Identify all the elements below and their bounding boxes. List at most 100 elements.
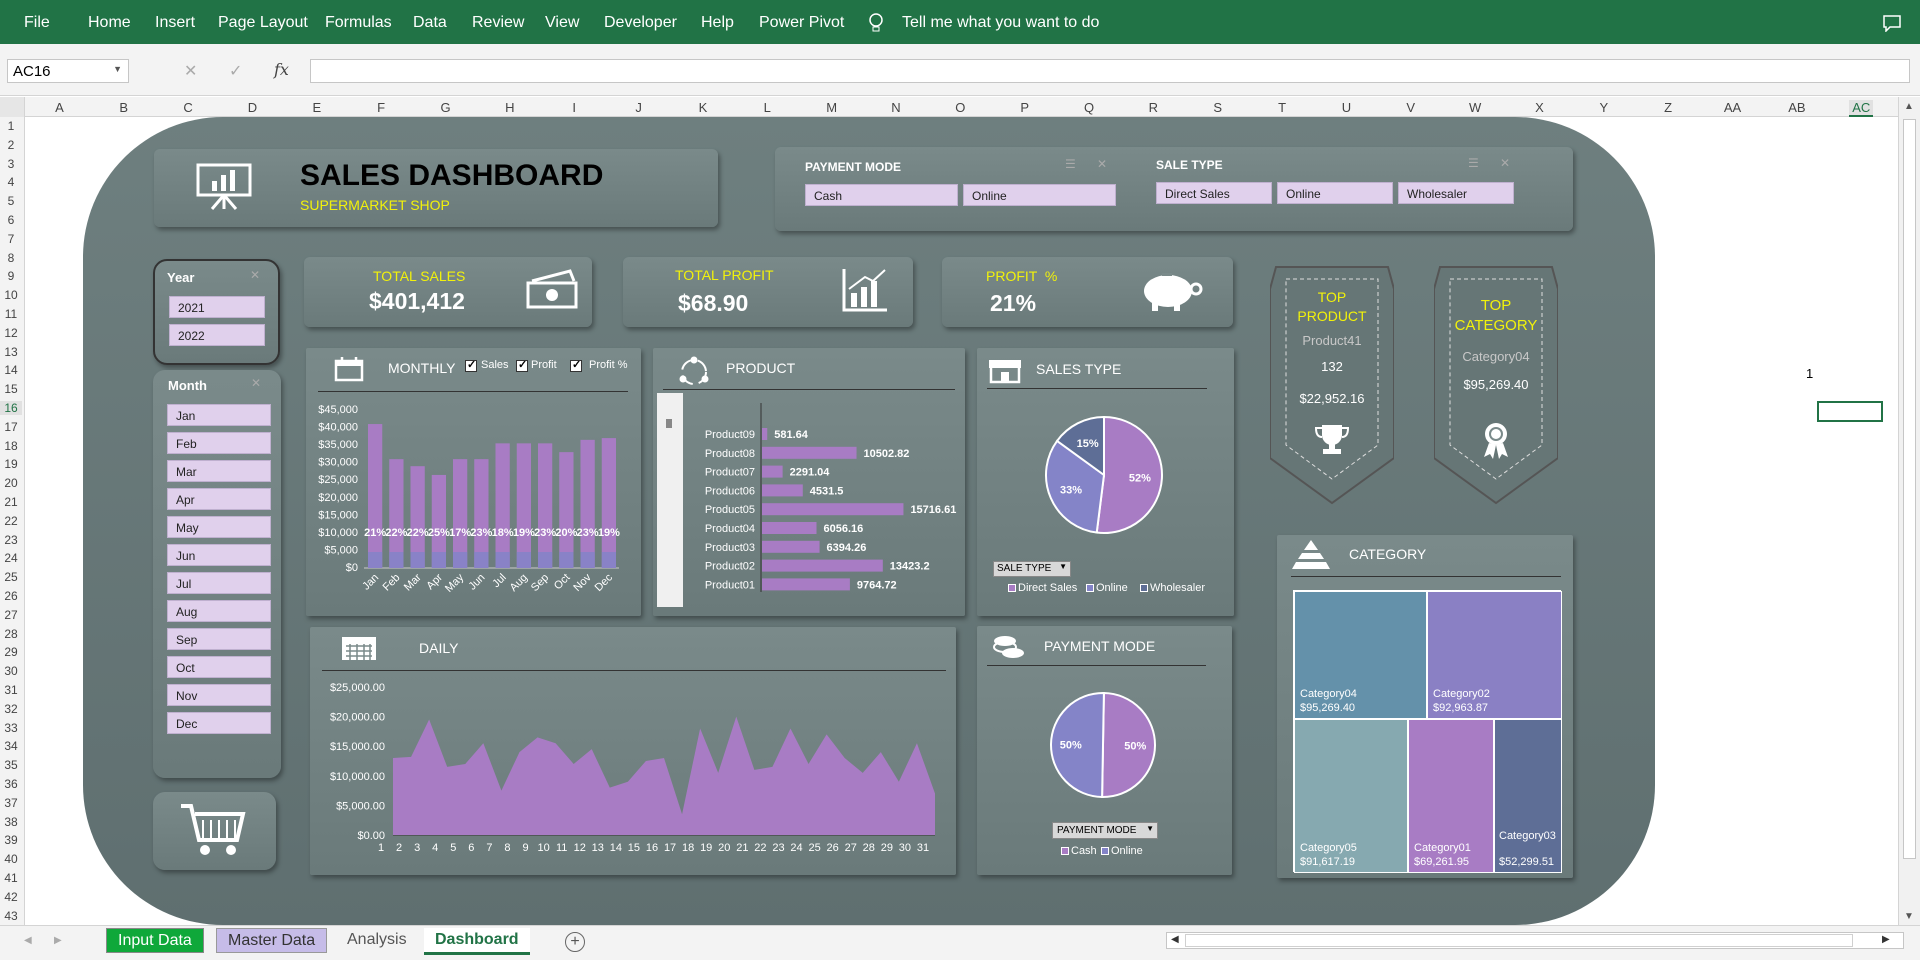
scroll-up-icon[interactable]: ▲ — [1904, 101, 1914, 112]
column-header[interactable]: R — [1141, 100, 1165, 115]
enter-icon[interactable]: ✓ — [229, 61, 242, 81]
row-header[interactable]: 39 — [0, 833, 22, 847]
menu-formulas[interactable]: Formulas — [325, 14, 392, 32]
formula-input[interactable] — [310, 59, 1910, 83]
row-header[interactable]: 32 — [0, 702, 22, 716]
tab-dashboard[interactable]: Dashboard — [424, 928, 530, 955]
row-header[interactable]: 41 — [0, 871, 22, 885]
payment-mode-field-button[interactable]: PAYMENT MODE ▼ — [1052, 822, 1158, 839]
column-header[interactable]: Y — [1592, 100, 1616, 115]
row-header[interactable]: 15 — [0, 382, 22, 396]
column-header[interactable]: AC — [1849, 100, 1874, 117]
menu-developer[interactable]: Developer — [604, 14, 677, 32]
tab-input-data[interactable]: Input Data — [106, 928, 204, 953]
slicer-item-month[interactable]: Oct — [167, 656, 271, 678]
column-header[interactable]: L — [755, 100, 779, 115]
column-header[interactable]: H — [498, 100, 522, 115]
row-header[interactable]: 5 — [0, 194, 22, 208]
row-header[interactable]: 27 — [0, 608, 22, 622]
column-header[interactable]: A — [47, 100, 71, 115]
slicer-item-month[interactable]: Mar — [167, 460, 271, 482]
treemap-cell[interactable]: Category02 $92,963.87 — [1427, 591, 1562, 719]
row-header[interactable]: 19 — [0, 457, 22, 471]
row-header[interactable]: 42 — [0, 890, 22, 904]
column-header[interactable]: B — [112, 100, 136, 115]
slicer-item-direct-sales[interactable]: Direct Sales — [1156, 182, 1272, 204]
horizontal-scrollbar[interactable]: ◀ ▶ — [1166, 932, 1904, 949]
column-header[interactable]: O — [948, 100, 972, 115]
multi-select-icon[interactable]: ☰ — [1468, 156, 1479, 170]
row-header[interactable]: 2 — [0, 138, 22, 152]
row-header[interactable]: 40 — [0, 852, 22, 866]
row-header[interactable]: 22 — [0, 514, 22, 528]
row-header[interactable]: 16 — [0, 401, 22, 415]
column-header[interactable]: W — [1463, 100, 1487, 115]
row-header[interactable]: 24 — [0, 551, 22, 565]
column-header[interactable]: S — [1206, 100, 1230, 115]
slicer-item-2021[interactable]: 2021 — [169, 296, 265, 318]
slicer-item-month[interactable]: Aug — [167, 600, 271, 622]
row-header[interactable]: 38 — [0, 815, 22, 829]
slicer-item-online-sale[interactable]: Online — [1277, 182, 1393, 204]
row-header[interactable]: 30 — [0, 664, 22, 678]
menu-data[interactable]: Data — [413, 14, 447, 32]
slicer-item-month[interactable]: Feb — [167, 432, 271, 454]
menu-page-layout[interactable]: Page Layout — [218, 14, 308, 32]
slicer-item-month[interactable]: May — [167, 516, 271, 538]
treemap-cell[interactable]: Category03 $52,299.51 — [1494, 719, 1562, 873]
clear-filter-icon[interactable]: ✕ — [1097, 157, 1107, 171]
column-header[interactable]: P — [1013, 100, 1037, 115]
row-header[interactable]: 43 — [0, 909, 22, 923]
row-header[interactable]: 34 — [0, 739, 22, 753]
clear-filter-icon[interactable]: ✕ — [250, 268, 260, 282]
treemap-cell[interactable]: Category01 $69,261.95 — [1408, 719, 1494, 873]
column-header[interactable]: AA — [1721, 100, 1745, 115]
tab-scroll-right-icon[interactable]: ▶ — [54, 935, 62, 946]
scroll-thumb[interactable] — [1903, 119, 1916, 859]
select-all-corner[interactable] — [0, 97, 25, 117]
row-header[interactable]: 11 — [0, 307, 22, 321]
menu-help[interactable]: Help — [701, 14, 734, 32]
row-header[interactable]: 35 — [0, 758, 22, 772]
row-header[interactable]: 7 — [0, 232, 22, 246]
row-header[interactable]: 3 — [0, 157, 22, 171]
menu-power-pivot[interactable]: Power Pivot — [759, 14, 844, 32]
row-header[interactable]: 8 — [0, 251, 22, 265]
column-header[interactable]: G — [434, 100, 458, 115]
row-header[interactable]: 23 — [0, 533, 22, 547]
multi-select-icon[interactable]: ☰ — [1065, 157, 1076, 171]
scroll-thumb[interactable] — [1185, 934, 1853, 947]
menu-insert[interactable]: Insert — [155, 14, 195, 32]
column-header[interactable]: C — [176, 100, 200, 115]
add-sheet-icon[interactable]: + — [565, 932, 585, 952]
row-header[interactable]: 14 — [0, 363, 22, 377]
menu-file[interactable]: File — [24, 14, 50, 32]
clear-filter-icon[interactable]: ✕ — [1500, 156, 1510, 170]
scroll-left-icon[interactable]: ◀ — [1171, 934, 1179, 945]
row-header[interactable]: 21 — [0, 495, 22, 509]
insert-function-icon[interactable]: fx — [274, 60, 289, 79]
tell-me-search[interactable]: Tell me what you want to do — [902, 14, 1099, 32]
row-header[interactable]: 18 — [0, 439, 22, 453]
column-header[interactable]: M — [820, 100, 844, 115]
column-header[interactable]: X — [1527, 100, 1551, 115]
row-header[interactable]: 29 — [0, 645, 22, 659]
row-header[interactable]: 31 — [0, 683, 22, 697]
row-header[interactable]: 20 — [0, 476, 22, 490]
row-header[interactable]: 25 — [0, 570, 22, 584]
menu-review[interactable]: Review — [472, 14, 524, 32]
row-header[interactable]: 37 — [0, 796, 22, 810]
row-header[interactable]: 13 — [0, 345, 22, 359]
tab-scroll-left-icon[interactable]: ◀ — [24, 935, 32, 946]
row-header[interactable]: 28 — [0, 627, 22, 641]
column-header[interactable]: N — [884, 100, 908, 115]
row-header[interactable]: 33 — [0, 721, 22, 735]
column-header[interactable]: V — [1399, 100, 1423, 115]
clear-filter-icon[interactable]: ✕ — [251, 376, 261, 390]
menu-home[interactable]: Home — [88, 14, 131, 32]
slicer-item-2022[interactable]: 2022 — [169, 324, 265, 346]
row-header[interactable]: 1 — [0, 119, 22, 133]
slicer-item-month[interactable]: Jan — [167, 404, 271, 426]
cancel-icon[interactable]: ✕ — [184, 61, 197, 81]
comment-icon[interactable] — [1882, 14, 1902, 32]
